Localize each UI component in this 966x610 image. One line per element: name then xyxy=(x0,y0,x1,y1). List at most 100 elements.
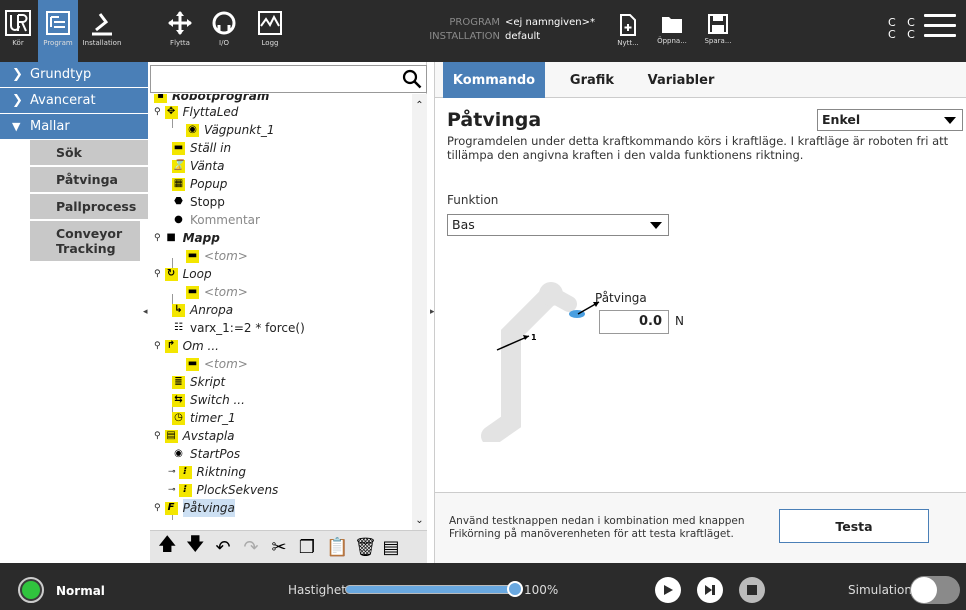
command-panel: Kommando Grafik Variabler Påtvinga Enkel… xyxy=(434,62,966,563)
chevron-down-icon: ▼ xyxy=(12,120,21,133)
tree-node[interactable]: ◉ Vägpunkt_1 xyxy=(186,121,275,139)
sidebar-item-sok[interactable]: Sök xyxy=(30,140,148,167)
tree-node[interactable]: ⌛ Vänta xyxy=(172,157,224,175)
undo-icon[interactable]: ↶ xyxy=(214,537,232,558)
tree-node[interactable]: ⊸ ⁝ Riktning xyxy=(168,463,246,481)
tree-node[interactable]: ⚲ ✥ FlyttaLed xyxy=(154,103,238,121)
sidebar-item-conveyor-tracking[interactable]: Conveyor Tracking xyxy=(30,221,140,263)
tree-node[interactable]: ☷ varx_1:=2 * force() xyxy=(172,319,305,337)
tree-node-label: Vänta xyxy=(190,159,225,173)
save-button-label: Spara... xyxy=(704,37,732,45)
tree-node-label: Popup xyxy=(190,177,228,191)
tree-node[interactable]: ▦ Popup xyxy=(172,175,227,193)
empty-icon: ▬ xyxy=(186,285,199,299)
tab-variabler[interactable]: Variabler xyxy=(641,62,721,98)
move-down-icon[interactable]: 🡇 xyxy=(186,532,205,562)
simulation-label: Simulation xyxy=(848,583,912,597)
open-folder-icon xyxy=(662,17,682,33)
sidebar-section-avancerat[interactable]: ❯ Avancerat xyxy=(0,88,148,114)
copy-icon[interactable]: ❐ xyxy=(298,537,316,558)
tree-node-label: Påtvinga xyxy=(182,499,235,517)
step-button[interactable] xyxy=(697,577,723,603)
force-value-input[interactable]: 0.0 xyxy=(599,310,669,334)
tree-node[interactable]: ⊸ ⁝ PlockSekvens xyxy=(168,481,278,499)
program-values: <ej namngiven>* default xyxy=(505,16,595,44)
tree-node[interactable]: ◉ StartPos xyxy=(172,445,240,463)
if-icon: ↱ xyxy=(164,339,178,353)
tab-run[interactable]: Kör xyxy=(0,0,36,62)
tree-node[interactable]: ↳ Anropa xyxy=(172,301,233,319)
search-input[interactable] xyxy=(150,65,427,93)
expand-pin-icon: ⊸ xyxy=(168,485,176,495)
tree-scrollbar[interactable]: ⌃ ⌄ xyxy=(412,94,427,530)
mode-select[interactable]: Enkel xyxy=(817,109,963,131)
tab-move[interactable]: Flytta xyxy=(160,0,200,62)
tree-node-label: varx_1:=2 * force() xyxy=(190,321,305,335)
hamburger-menu-button[interactable] xyxy=(924,14,956,38)
robot-status-button[interactable] xyxy=(18,577,44,603)
tree-node[interactable]: ◷ timer_1 xyxy=(172,409,236,427)
speed-slider-track[interactable] xyxy=(345,585,515,594)
tab-grafik[interactable]: Grafik xyxy=(557,62,627,98)
search-icon[interactable] xyxy=(402,69,422,89)
sidebar-section-label: Avancerat xyxy=(30,93,96,108)
scroll-up-icon[interactable]: ⌃ xyxy=(412,100,427,111)
collapse-left-handle[interactable]: ◂ xyxy=(143,307,149,319)
tab-io[interactable]: I/O xyxy=(204,0,244,62)
open-button[interactable]: Öppna... xyxy=(654,14,690,45)
tree-node[interactable]: ≣ Skript xyxy=(172,373,225,391)
tab-kommando[interactable]: Kommando xyxy=(443,62,545,98)
delete-icon[interactable]: 🗑 xyxy=(354,537,377,558)
tree-node[interactable]: ▬ <tom> xyxy=(186,355,248,373)
tree-node[interactable]: ▬ <tom> xyxy=(186,283,248,301)
timer-icon: ◷ xyxy=(172,411,185,425)
tab-log[interactable]: Logg xyxy=(250,0,290,62)
suppress-icon[interactable]: ▤ xyxy=(382,537,400,558)
stop-button[interactable] xyxy=(739,577,765,603)
tree-node[interactable]: ⬣ Stopp xyxy=(172,193,225,211)
sidebar-item-patvinga[interactable]: Påtvinga xyxy=(30,167,148,194)
io-icon xyxy=(212,11,236,35)
tree-node-label: <tom> xyxy=(204,249,248,263)
sidebar-section-grundtyp[interactable]: ❯ Grundtyp xyxy=(0,62,148,88)
tree-node[interactable]: ⚲ ■ Mapp xyxy=(154,229,220,247)
tree-node[interactable]: ⚲ ↱ Om ... xyxy=(154,337,219,355)
paste-icon[interactable]: 📋 xyxy=(326,537,348,558)
play-icon xyxy=(664,585,673,595)
sequence-icon: ⁝ xyxy=(178,483,192,497)
tree-node[interactable]: ⇆ Switch ... xyxy=(172,391,245,409)
chevron-down-icon xyxy=(650,222,662,229)
tree-node-selected[interactable]: ⚲ F Påtvinga xyxy=(154,499,235,517)
test-hint-panel: Använd testknappen nedan i kombination m… xyxy=(435,492,966,563)
cut-icon[interactable]: ✂ xyxy=(270,537,288,558)
move-up-icon[interactable]: 🡅 xyxy=(158,532,177,562)
test-button[interactable]: Testa xyxy=(779,509,929,543)
tree-node-label: <tom> xyxy=(204,357,248,371)
destack-icon: ▤ xyxy=(164,429,178,443)
function-select[interactable]: Bas xyxy=(447,214,669,236)
tree-node-label: Kommentar xyxy=(190,213,260,227)
tree-node[interactable]: ⚲ ▤ Avstapla xyxy=(154,427,235,445)
tree-node[interactable]: ⚲ ↻ Loop xyxy=(154,265,212,283)
tab-program[interactable]: Program xyxy=(38,0,78,62)
tree-node-label: Skript xyxy=(190,375,226,389)
new-button[interactable]: Nytt... xyxy=(610,14,646,47)
installation-name: default xyxy=(505,31,541,42)
tab-log-label: Logg xyxy=(261,39,279,47)
redo-icon[interactable]: ↷ xyxy=(242,537,260,558)
sidebar-item-pallprocess[interactable]: Pallprocess xyxy=(30,194,148,221)
collapse-pin-icon: ⚲ xyxy=(154,503,161,513)
popup-icon: ▦ xyxy=(172,177,185,191)
tree-node[interactable]: ▬ <tom> xyxy=(186,247,248,265)
scroll-down-icon[interactable]: ⌄ xyxy=(412,515,427,526)
sidebar-section-mallar[interactable]: ▼ Mallar xyxy=(0,114,148,140)
speed-value: 100% xyxy=(524,583,559,597)
tree-node-label: <tom> xyxy=(204,285,248,299)
simulation-toggle[interactable] xyxy=(910,576,960,604)
speed-slider-knob[interactable] xyxy=(507,581,523,597)
save-button[interactable]: Spara... xyxy=(700,14,736,45)
tree-node[interactable]: ● Kommentar xyxy=(172,211,260,229)
tab-installation[interactable]: Installation xyxy=(80,0,124,62)
tree-node[interactable]: ▬ Ställ in xyxy=(172,139,231,157)
play-button[interactable] xyxy=(655,577,681,603)
